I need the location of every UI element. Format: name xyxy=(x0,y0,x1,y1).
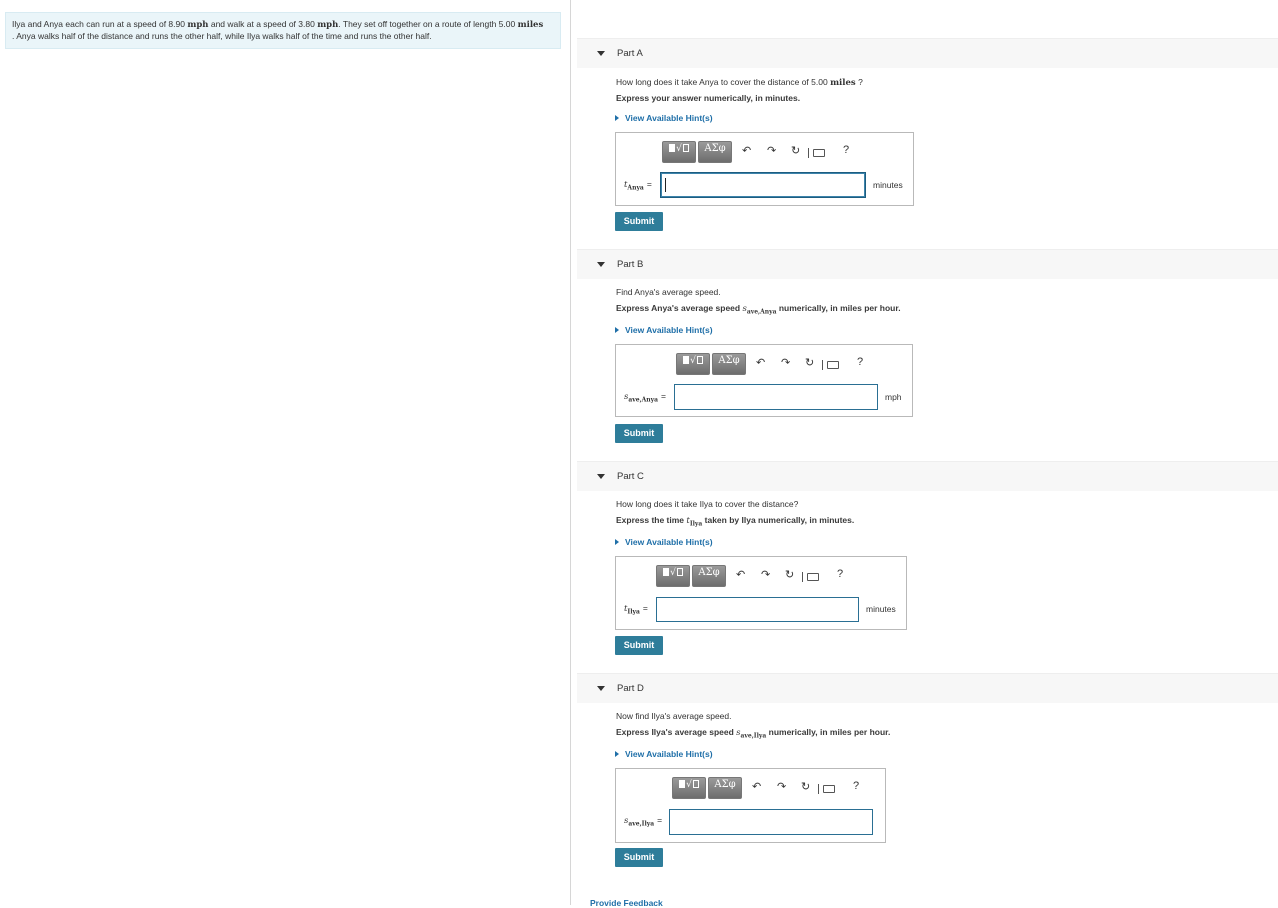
reset-icon[interactable]: ↻ xyxy=(801,780,810,793)
reset-icon[interactable]: ↻ xyxy=(805,356,814,369)
part-title: Part B xyxy=(617,259,644,270)
toolbar-separator xyxy=(802,572,803,582)
collapse-caret-icon[interactable] xyxy=(597,686,605,691)
submit-button[interactable]: Submit xyxy=(615,848,663,867)
answer-unit: minutes xyxy=(866,604,896,614)
part-a-header[interactable]: Part A xyxy=(577,38,1278,68)
answer-input[interactable] xyxy=(674,384,878,410)
view-hints-link[interactable]: View Available Hint(s) xyxy=(615,113,713,123)
view-hints-link[interactable]: View Available Hint(s) xyxy=(615,325,713,335)
submit-button[interactable]: Submit xyxy=(615,424,663,443)
submit-button[interactable]: Submit xyxy=(615,212,663,231)
problem-text: Ilya and Anya each can run at a speed of… xyxy=(12,19,185,29)
answer-box: √ ΑΣφ ↶ ↷ ↻ ? save,Anya = mph xyxy=(615,344,913,417)
answer-variable-label: save,Ilya = xyxy=(624,815,663,828)
help-icon[interactable]: ? xyxy=(843,144,849,156)
instruction-text: Express your answer numerically, in minu… xyxy=(616,93,801,103)
collapse-caret-icon[interactable] xyxy=(597,474,605,479)
part-title: Part D xyxy=(617,683,644,694)
view-hints-link[interactable]: View Available Hint(s) xyxy=(615,749,713,759)
part-d: Part D Now find Ilya's average speed. Ex… xyxy=(577,673,1278,873)
greek-symbols-button[interactable]: ΑΣφ xyxy=(692,565,726,587)
keyboard-icon[interactable] xyxy=(807,573,819,581)
templates-button[interactable]: √ xyxy=(676,353,710,375)
redo-icon[interactable]: ↷ xyxy=(767,144,776,157)
answer-input[interactable] xyxy=(669,809,873,835)
question-text: How long does it take Anya to cover the … xyxy=(616,77,863,88)
part-c-header[interactable]: Part C xyxy=(577,461,1278,491)
column-divider xyxy=(570,0,571,905)
question-text: Now find Ilya's average speed. xyxy=(616,711,732,721)
greek-symbols-button[interactable]: ΑΣφ xyxy=(698,141,732,163)
help-icon[interactable]: ? xyxy=(837,568,843,580)
question-text: Find Anya's average speed. xyxy=(616,287,721,297)
templates-button[interactable]: √ xyxy=(656,565,690,587)
part-a: Part A How long does it take Anya to cov… xyxy=(577,38,1278,238)
expand-triangle-icon xyxy=(615,539,619,545)
toolbar-separator xyxy=(808,148,809,158)
templates-button[interactable]: √ xyxy=(672,777,706,799)
problem-unit: mph xyxy=(317,20,339,30)
part-c: Part C How long does it take Ilya to cov… xyxy=(577,461,1278,661)
greek-symbols-button[interactable]: ΑΣφ xyxy=(712,353,746,375)
greek-symbols-button[interactable]: ΑΣφ xyxy=(708,777,742,799)
keyboard-icon[interactable] xyxy=(827,361,839,369)
problem-unit: mph xyxy=(187,20,209,30)
redo-icon[interactable]: ↷ xyxy=(761,568,770,581)
redo-icon[interactable]: ↷ xyxy=(777,780,786,793)
part-title: Part A xyxy=(617,48,643,59)
problem-text: . Anya walks half of the distance and ru… xyxy=(12,31,432,41)
question-text: How long does it take Ilya to cover the … xyxy=(616,499,799,509)
part-d-header[interactable]: Part D xyxy=(577,673,1278,703)
expand-triangle-icon xyxy=(615,751,619,757)
part-b-header[interactable]: Part B xyxy=(577,249,1278,279)
answer-input[interactable] xyxy=(656,597,859,622)
provide-feedback-link[interactable]: Provide Feedback xyxy=(590,898,663,908)
answer-variable-label: save,Anya = xyxy=(624,391,667,404)
undo-icon[interactable]: ↶ xyxy=(742,144,751,157)
answer-variable-label: tIlya = xyxy=(624,603,648,616)
text-cursor xyxy=(665,178,666,192)
toolbar-separator xyxy=(818,784,819,794)
answer-unit: mph xyxy=(885,392,902,402)
undo-icon[interactable]: ↶ xyxy=(736,568,745,581)
redo-icon[interactable]: ↷ xyxy=(781,356,790,369)
toolbar-separator xyxy=(822,360,823,370)
answer-input[interactable] xyxy=(660,172,866,198)
reset-icon[interactable]: ↻ xyxy=(785,568,794,581)
templates-button[interactable]: √ xyxy=(662,141,696,163)
instruction-text: Express the time tIlya taken by Ilya num… xyxy=(616,515,855,528)
problem-statement: Ilya and Anya each can run at a speed of… xyxy=(5,12,561,49)
keyboard-icon[interactable] xyxy=(823,785,835,793)
collapse-caret-icon[interactable] xyxy=(597,51,605,56)
answer-box: √ ΑΣφ ↶ ↷ ↻ ? tIlya = minutes xyxy=(615,556,907,630)
collapse-caret-icon[interactable] xyxy=(597,262,605,267)
instruction-text: Express Anya's average speed save,Anya n… xyxy=(616,303,901,316)
answer-box: √ ΑΣφ ↶ ↷ ↻ ? save,Ilya = xyxy=(615,768,886,843)
instruction-text: Express Ilya's average speed save,Ilya n… xyxy=(616,727,891,740)
undo-icon[interactable]: ↶ xyxy=(756,356,765,369)
problem-text: . They set off together on a route of le… xyxy=(338,19,516,29)
problem-text: and walk at a speed of 3.80 xyxy=(210,19,315,29)
submit-button[interactable]: Submit xyxy=(615,636,663,655)
help-icon[interactable]: ? xyxy=(857,356,863,368)
reset-icon[interactable]: ↻ xyxy=(791,144,800,157)
expand-triangle-icon xyxy=(615,327,619,333)
problem-unit: miles xyxy=(517,20,544,30)
answer-unit: minutes xyxy=(873,180,903,190)
undo-icon[interactable]: ↶ xyxy=(752,780,761,793)
help-icon[interactable]: ? xyxy=(853,780,859,792)
part-b: Part B Find Anya's average speed. Expres… xyxy=(577,249,1278,449)
answer-box: √ ΑΣφ ↶ ↷ ↻ ? tAnya = minutes xyxy=(615,132,914,206)
expand-triangle-icon xyxy=(615,115,619,121)
keyboard-icon[interactable] xyxy=(813,149,825,157)
answer-variable-label: tAnya = xyxy=(624,179,652,192)
view-hints-link[interactable]: View Available Hint(s) xyxy=(615,537,713,547)
part-title: Part C xyxy=(617,471,644,482)
